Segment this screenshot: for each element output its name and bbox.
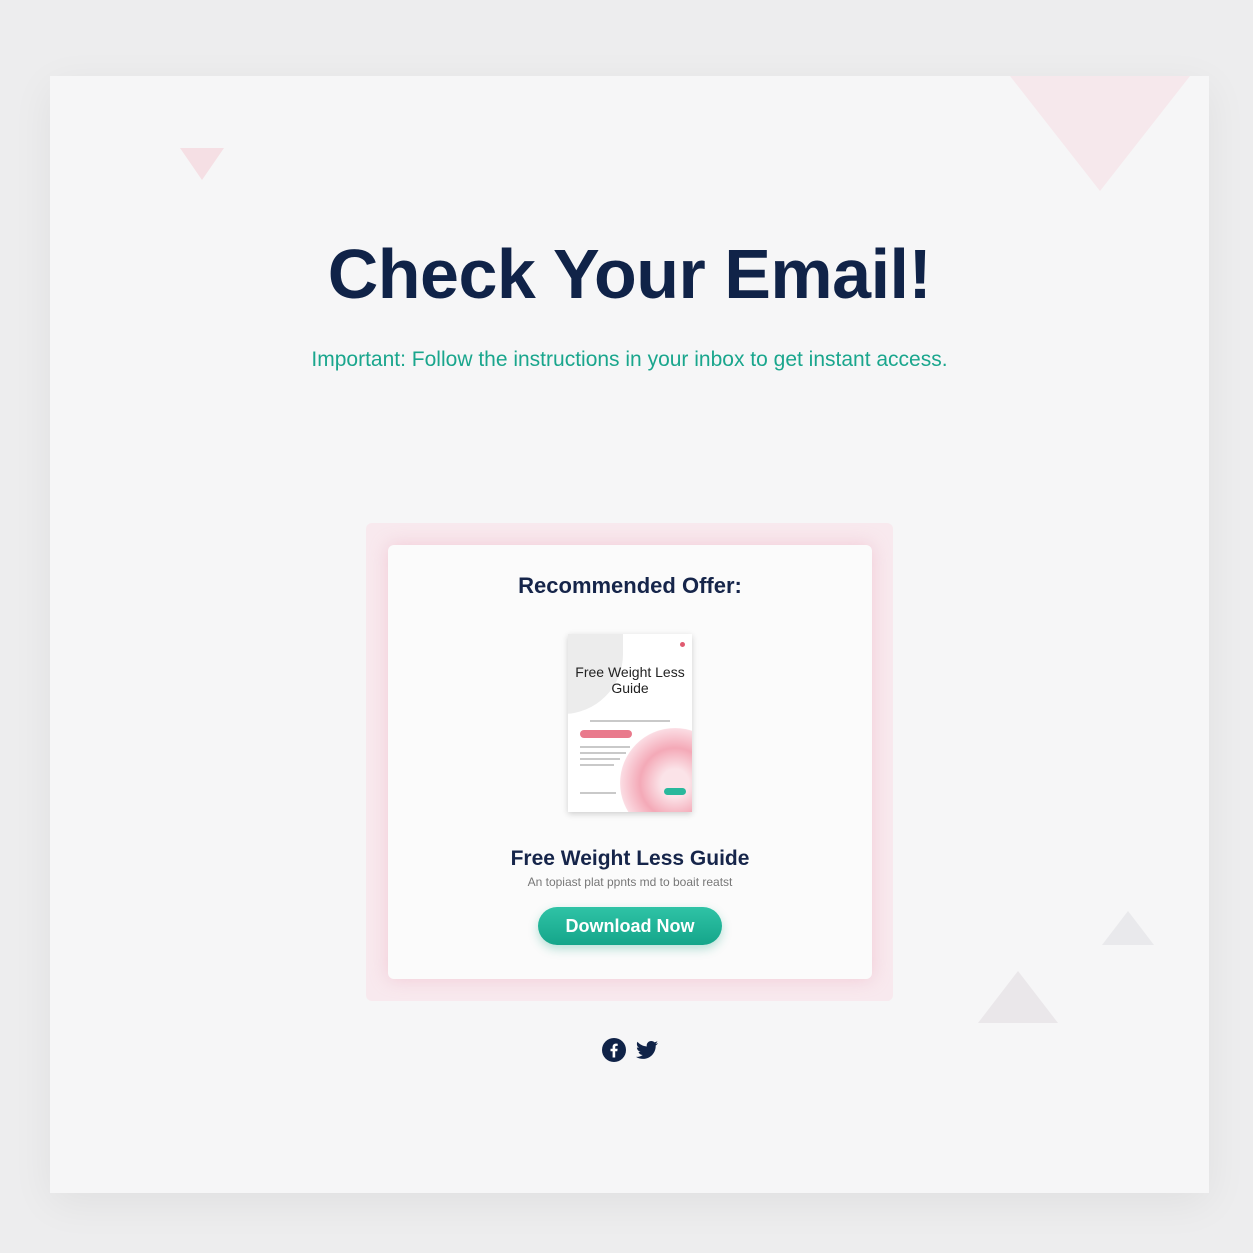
offer-description: An topiast plat ppnts md to boait reatst	[527, 875, 733, 889]
cover-text-line	[580, 746, 630, 748]
cover-text-line	[580, 752, 626, 754]
decorative-triangle	[978, 971, 1058, 1023]
offer-card: Recommended Offer: Free Weight Less Guid…	[388, 545, 872, 979]
page-frame: Check Your Email! Important: Follow the …	[50, 76, 1209, 1193]
decorative-triangle	[180, 148, 224, 180]
offer-name: Free Weight Less Guide	[510, 847, 750, 870]
cover-text-line	[580, 758, 620, 760]
download-now-button[interactable]: Download Now	[538, 907, 722, 945]
cover-text-line	[580, 792, 616, 794]
cover-badge	[580, 730, 632, 738]
offer-heading: Recommended Offer:	[518, 573, 742, 598]
social-links	[601, 1038, 660, 1062]
page-title: Check Your Email!	[327, 235, 932, 313]
page-subtitle: Important: Follow the instructions in yo…	[311, 348, 948, 371]
cover-text-line	[580, 764, 614, 766]
ebook-cover-image: Free Weight Less Guide	[568, 634, 692, 812]
cover-text-line	[590, 720, 670, 722]
cover-circle-graphic	[620, 728, 692, 812]
cover-button	[664, 788, 686, 795]
decorative-triangle	[1010, 76, 1190, 191]
facebook-icon[interactable]	[601, 1038, 627, 1062]
cover-logo	[680, 642, 686, 648]
cover-title: Free Weight Less Guide	[575, 664, 685, 696]
decorative-triangle	[1102, 911, 1154, 945]
twitter-icon[interactable]	[634, 1038, 660, 1062]
